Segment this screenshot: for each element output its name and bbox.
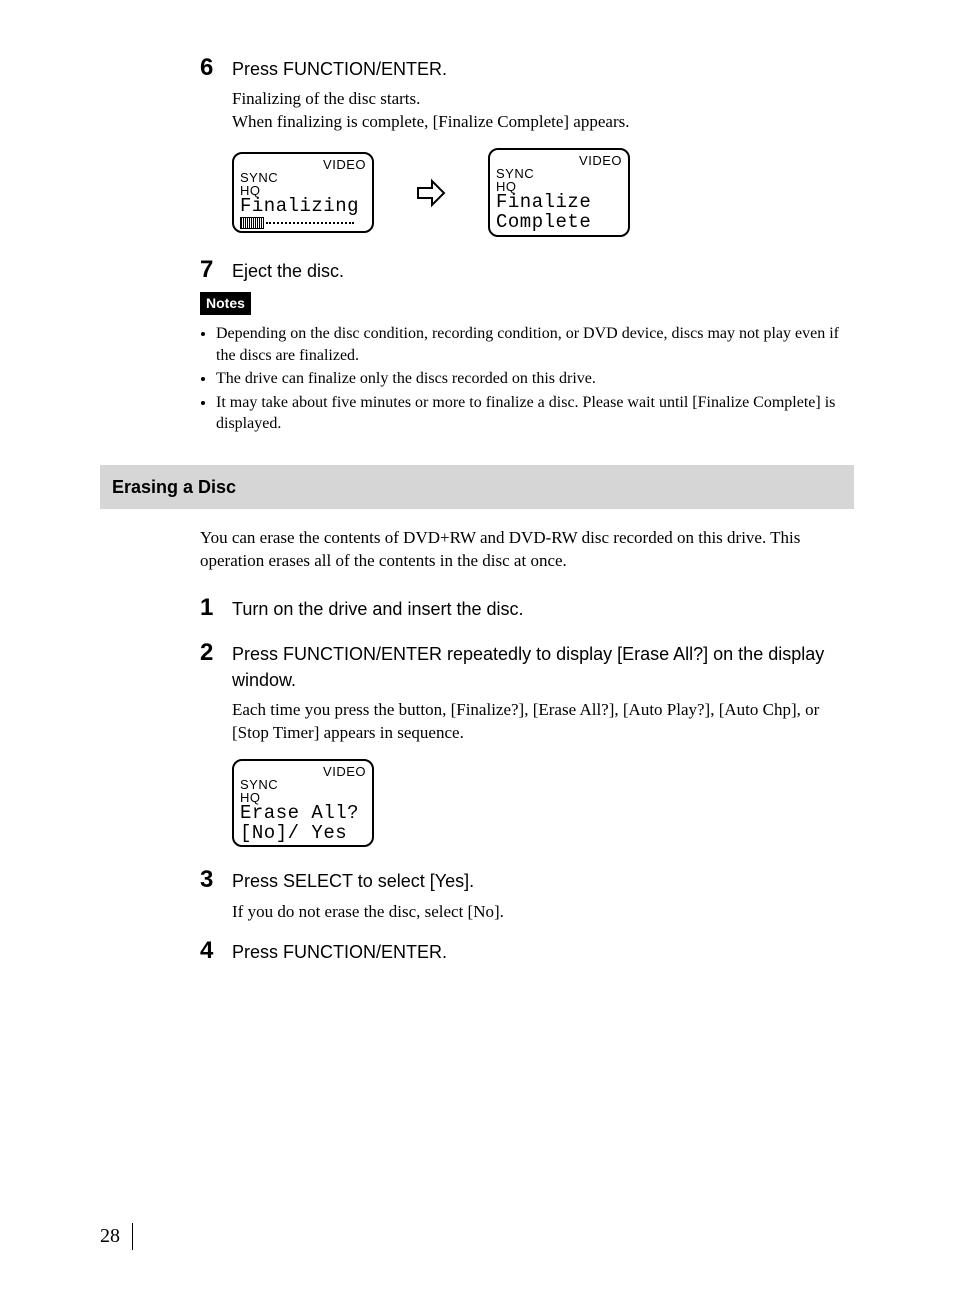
lcd-sync-label: SYNC [240, 171, 366, 184]
lcd-before: VIDEO SYNC HQ Finalizing [232, 152, 374, 234]
lcd-finalizing-row: VIDEO SYNC HQ Finalizing VIDEO SYNC HQ F… [232, 148, 854, 237]
note-item: It may take about five minutes or more t… [216, 392, 854, 435]
lcd-line2: [No]/ Yes [240, 824, 366, 844]
lcd-after: VIDEO SYNC HQ Finalize Complete [488, 148, 630, 237]
step-1: 1 Turn on the drive and insert the disc. [100, 595, 854, 622]
lcd-erase-row: VIDEO SYNC HQ Erase All? [No]/ Yes [232, 759, 854, 848]
step-4: 4 Press FUNCTION/ENTER. [100, 938, 854, 965]
lcd-line2: Complete [496, 213, 622, 233]
section-heading: Erasing a Disc [100, 465, 854, 509]
progress-empty [266, 222, 354, 224]
step-3-body: If you do not erase the disc, select [No… [232, 901, 854, 924]
lcd-line1: Erase All? [240, 804, 366, 824]
step-number: 2 [200, 640, 228, 666]
notes-list: Depending on the disc condition, recordi… [216, 323, 854, 435]
text-line: Finalizing of the disc starts. [232, 88, 854, 111]
step-3: 3 Press SELECT to select [Yes]. [100, 867, 854, 894]
step-number: 6 [200, 55, 228, 81]
progress-filled [240, 217, 264, 229]
lcd-erase: VIDEO SYNC HQ Erase All? [No]/ Yes [232, 759, 374, 848]
step-number: 1 [200, 595, 228, 621]
text-line: Each time you press the button, [Finaliz… [232, 699, 854, 745]
lcd-line1: Finalizing [240, 197, 366, 217]
step-title: Press SELECT to select [Yes]. [232, 867, 474, 894]
notes-badge: Notes [200, 292, 251, 315]
step-number: 3 [200, 867, 228, 893]
note-item: Depending on the disc condition, recordi… [216, 323, 854, 366]
step-number: 4 [200, 938, 228, 964]
lcd-line1: Finalize [496, 193, 622, 213]
lcd-sync-label: SYNC [240, 778, 366, 791]
step-title: Turn on the drive and insert the disc. [232, 595, 524, 622]
text-line: When finalizing is complete, [Finalize C… [232, 111, 854, 134]
note-item: The drive can finalize only the discs re… [216, 368, 854, 390]
lcd-progress [240, 217, 366, 229]
step-6: 6 Press FUNCTION/ENTER. [100, 55, 854, 82]
section-intro: You can erase the contents of DVD+RW and… [200, 527, 854, 573]
step-7: 7 Eject the disc. [100, 257, 854, 284]
arrow-right-icon [414, 176, 448, 210]
step-title: Eject the disc. [232, 257, 344, 284]
step-2-body: Each time you press the button, [Finaliz… [232, 699, 854, 745]
page-number: 28 [100, 1223, 133, 1250]
step-title: Press FUNCTION/ENTER. [232, 938, 447, 965]
lcd-video-label: VIDEO [240, 158, 366, 171]
step-title: Press FUNCTION/ENTER repeatedly to displ… [232, 640, 854, 692]
step-2: 2 Press FUNCTION/ENTER repeatedly to dis… [100, 640, 854, 692]
step-6-body: Finalizing of the disc starts. When fina… [232, 88, 854, 134]
lcd-video-label: VIDEO [240, 765, 366, 778]
step-title: Press FUNCTION/ENTER. [232, 55, 447, 82]
step-number: 7 [200, 257, 228, 283]
text-line: If you do not erase the disc, select [No… [232, 901, 854, 924]
